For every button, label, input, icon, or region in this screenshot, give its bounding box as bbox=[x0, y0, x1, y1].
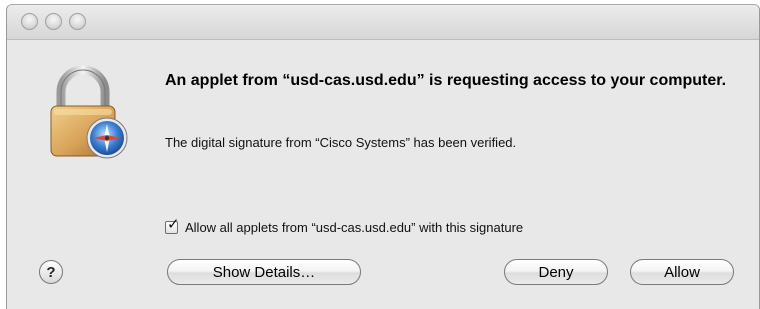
dialog-content: An applet from “usd-cas.usd.edu” is requ… bbox=[7, 40, 759, 309]
dialog-heading: An applet from “usd-cas.usd.edu” is requ… bbox=[165, 72, 727, 89]
padlock-compass-icon bbox=[50, 65, 128, 159]
allow-applets-label[interactable]: Allow all applets from “usd-cas.usd.edu”… bbox=[185, 220, 523, 235]
allow-applets-checkbox[interactable]: ✓ bbox=[165, 216, 180, 234]
allow-button[interactable]: Allow bbox=[630, 259, 734, 285]
minimize-icon[interactable] bbox=[45, 13, 62, 30]
deny-button[interactable]: Deny bbox=[504, 259, 608, 285]
allow-applets-checkbox-row[interactable]: ✓ Allow all applets from “usd-cas.usd.ed… bbox=[165, 216, 523, 236]
checkmark-icon: ✓ bbox=[167, 215, 180, 233]
zoom-icon[interactable] bbox=[69, 13, 86, 30]
help-button[interactable]: ? bbox=[39, 260, 63, 284]
security-dialog: An applet from “usd-cas.usd.edu” is requ… bbox=[6, 4, 760, 309]
show-details-button[interactable]: Show Details… bbox=[167, 259, 361, 285]
verification-message: The digital signature from “Cisco System… bbox=[165, 135, 517, 150]
title-bar bbox=[7, 5, 759, 40]
close-icon[interactable] bbox=[21, 13, 38, 30]
